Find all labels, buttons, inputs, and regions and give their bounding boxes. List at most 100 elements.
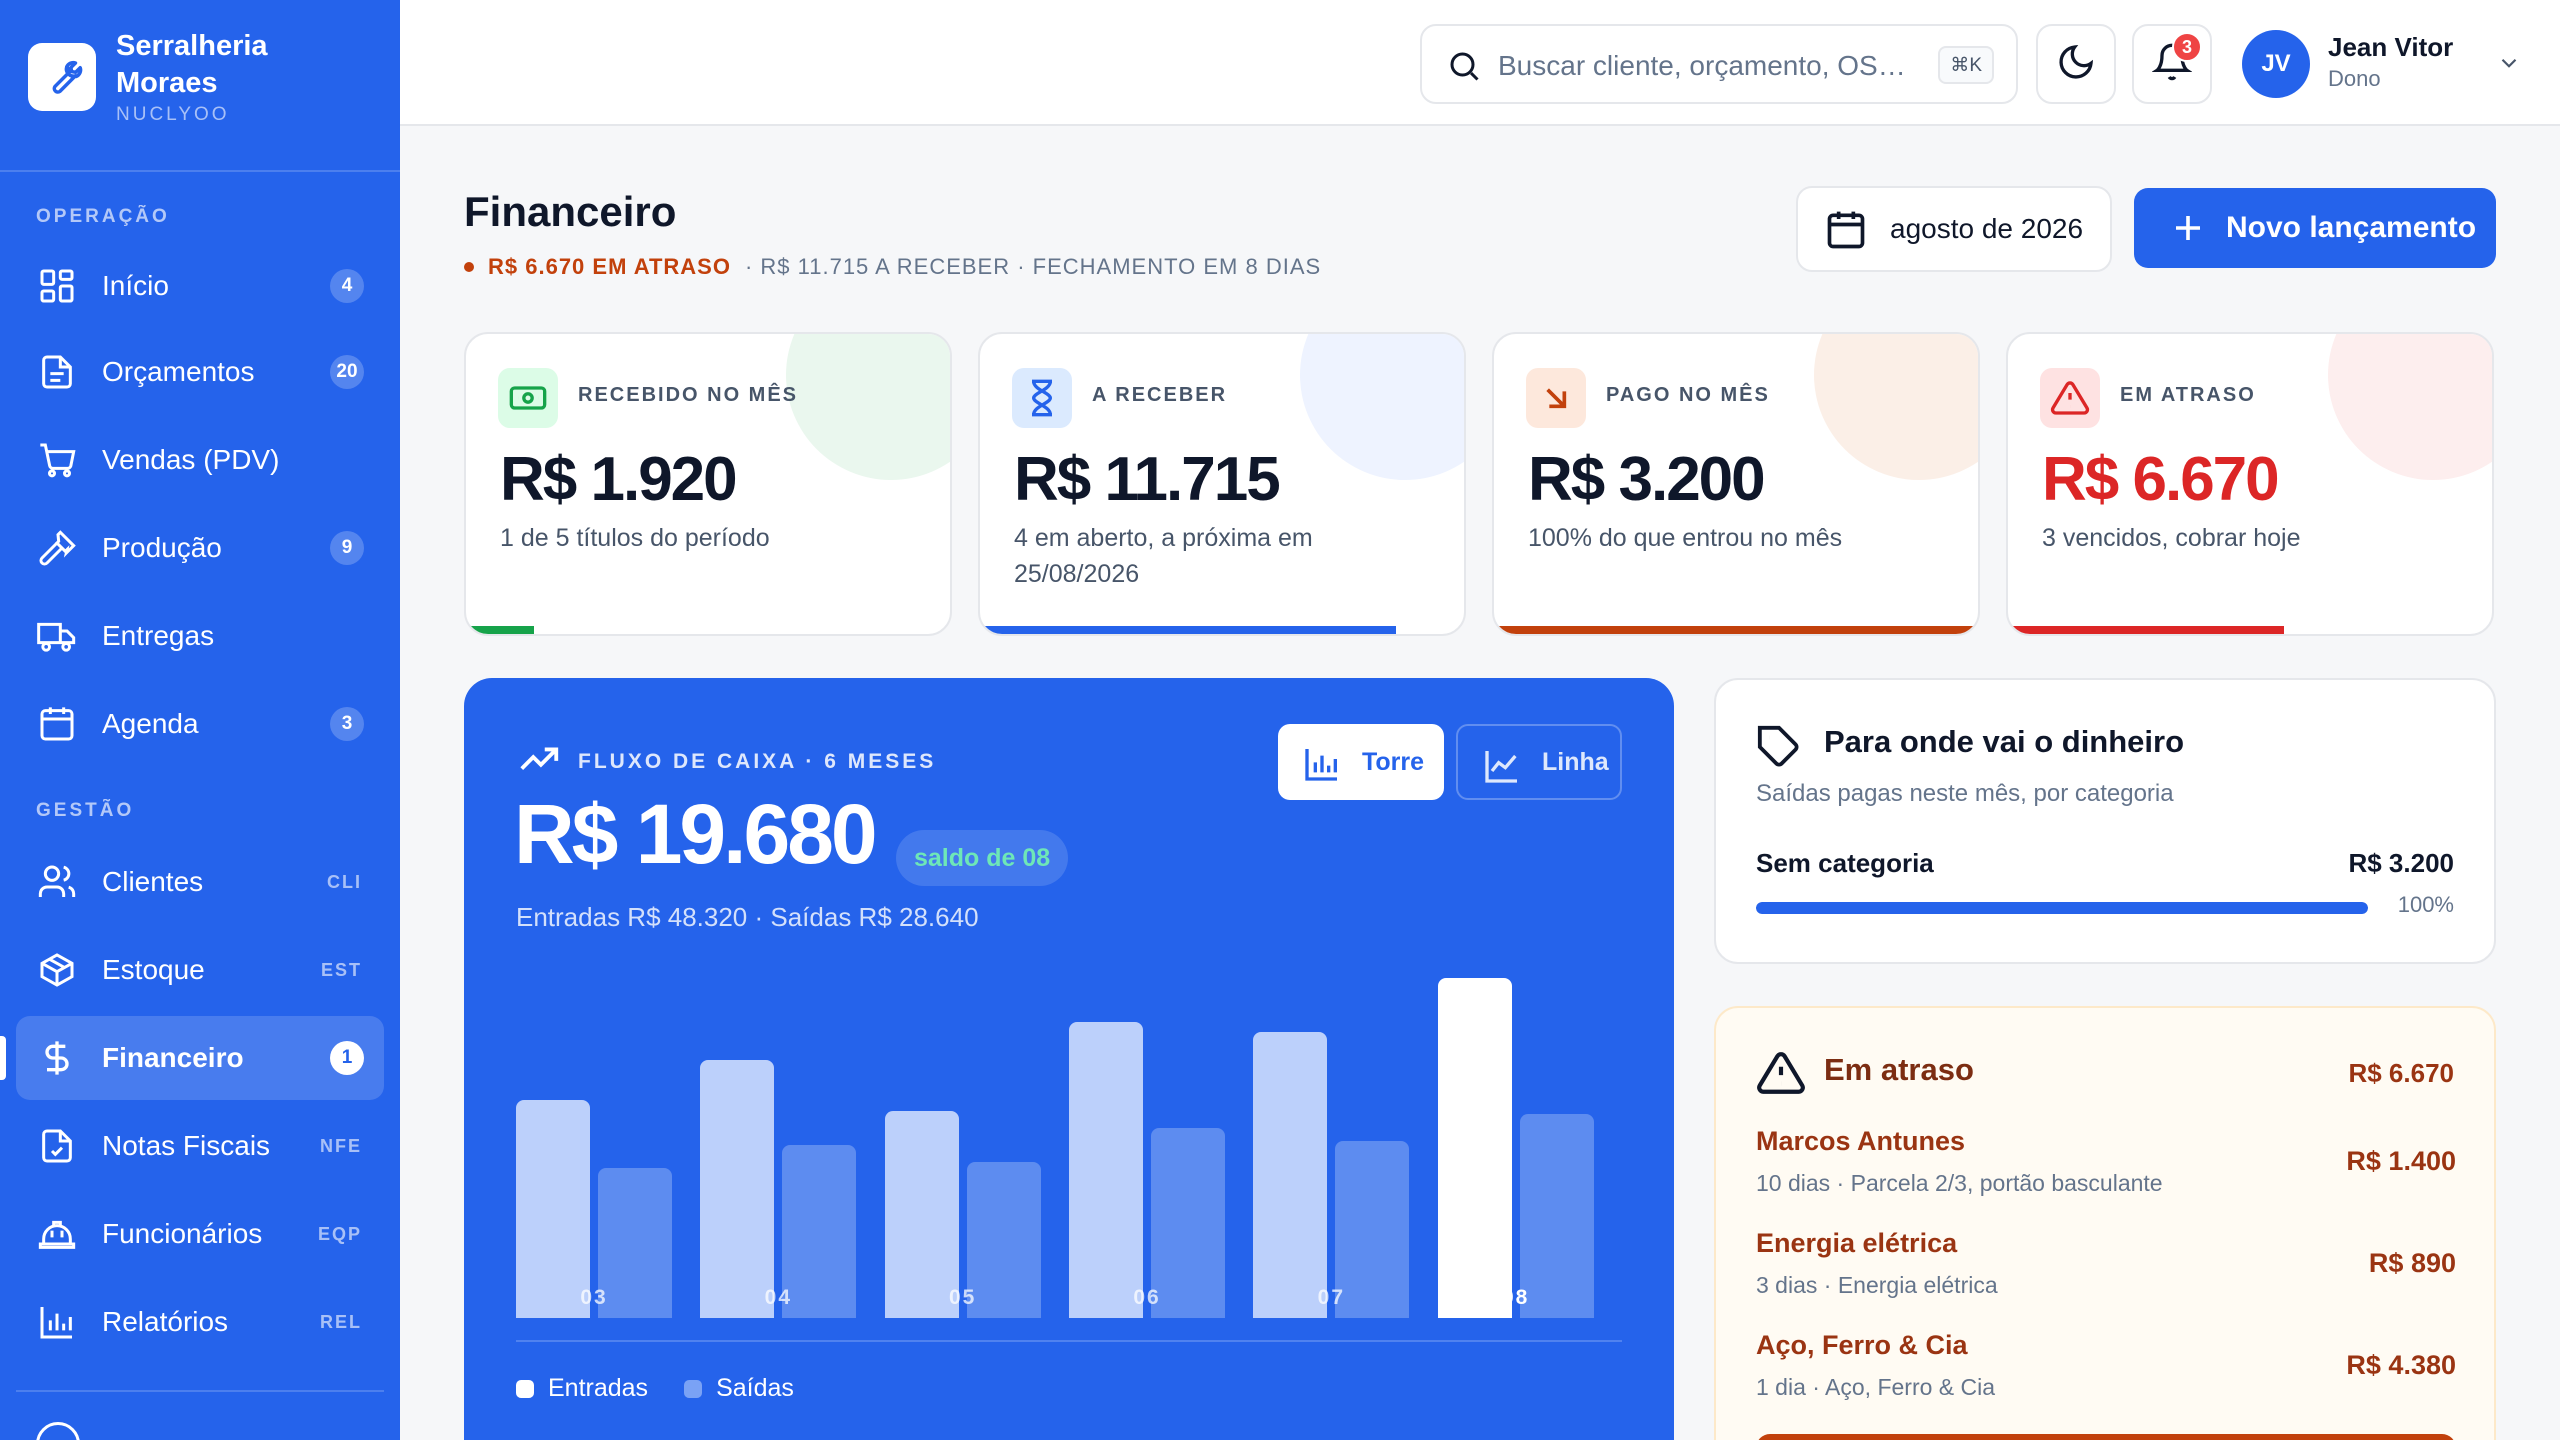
- kpi-card-receivable[interactable]: A RECEBER R$ 11.715 4 em aberto, a próxi…: [978, 332, 1466, 636]
- spending-subtitle: Saídas pagas neste mês, por categoria: [1756, 780, 2174, 807]
- theme-toggle-button[interactable]: [2036, 24, 2116, 104]
- sidebar-item-estoque[interactable]: Estoque EST: [16, 928, 384, 1012]
- decorative-circle: [786, 334, 950, 480]
- cashflow-panel: FLUXO DE CAIXA · 6 MESES R$ 19.680 saldo…: [464, 678, 1674, 1440]
- settings-icon[interactable]: [36, 1422, 80, 1440]
- sidebar-item-label: Entregas: [102, 620, 215, 651]
- sidebar-item-clientes[interactable]: Clientes CLI: [16, 840, 384, 924]
- bar-entradas-04[interactable]: [700, 1059, 775, 1318]
- section-label-gestao: GESTÃO: [36, 800, 135, 821]
- bar-entradas-07[interactable]: [1253, 1032, 1328, 1318]
- overdue-item-name: Aço, Ferro & Cia: [1756, 1330, 1968, 1360]
- arrow-down-right-icon: [1526, 368, 1586, 428]
- sidebar-item-label: Vendas (PDV): [102, 444, 280, 475]
- sidebar-item-entregas[interactable]: Entregas: [16, 594, 384, 678]
- status-dot: [464, 262, 474, 272]
- kpi-card-received[interactable]: RECEBIDO NO MÊS R$ 1.920 1 de 5 títulos …: [464, 332, 952, 636]
- sidebar-divider: [0, 170, 400, 172]
- x-tick-label: 07: [1317, 1286, 1345, 1309]
- chart-legend: Entradas Saídas: [516, 1374, 794, 1403]
- chart-toggle-tower[interactable]: Torre: [1278, 724, 1444, 800]
- chart-divider: [516, 1340, 1622, 1342]
- sidebar-divider: [16, 1390, 384, 1392]
- sidebar-item-label: Financeiro: [102, 1042, 244, 1073]
- hard-hat-icon: [36, 1213, 78, 1255]
- overdue-item[interactable]: Aço, Ferro & Cia 1 dia · Aço, Ferro & Ci…: [1756, 1330, 2456, 1426]
- kpi-description: 4 em aberto, a próxima em 25/08/2026: [1014, 524, 1313, 588]
- month-picker-button[interactable]: agosto de 2026: [1796, 186, 2112, 272]
- sidebar-item-funcionarios[interactable]: Funcionários EQP: [16, 1192, 384, 1276]
- overdue-total: R$ 6.670: [2348, 1058, 2454, 1088]
- tag-icon: [1756, 724, 1802, 775]
- count-badge: 20: [330, 355, 364, 389]
- page-subtitle: R$ 6.670 EM ATRASO · R$ 11.715 A RECEBER…: [464, 254, 1321, 280]
- sidebar-item-label: Clientes: [102, 866, 204, 897]
- user-menu[interactable]: JV Jean Vitor Dono: [2238, 28, 2528, 100]
- x-tick-label: 03: [580, 1286, 608, 1309]
- overdue-item-amount: R$ 890: [2368, 1248, 2456, 1278]
- toggle-label: Linha: [1542, 747, 1609, 776]
- cashflow-label: FLUXO DE CAIXA · 6 MESES: [578, 749, 937, 773]
- alert-triangle-icon: [1756, 1048, 1806, 1103]
- kpi-label: RECEBIDO NO MÊS: [578, 384, 799, 406]
- topbar: ⌘K 3 JV Jean Vitor Dono: [400, 0, 2560, 126]
- overdue-item-detail: 3 dias · Energia elétrica: [1756, 1272, 1998, 1298]
- alert-triangle-icon: [2040, 368, 2100, 428]
- plus-icon: [2170, 210, 2206, 251]
- legend-swatch-in: [516, 1379, 534, 1398]
- count-badge: 4: [330, 269, 364, 303]
- sidebar-item-agenda[interactable]: Agenda 3: [16, 682, 384, 766]
- kpi-card-paid[interactable]: PAGO NO MÊS R$ 3.200 100% do que entrou …: [1492, 332, 1980, 636]
- brand[interactable]: Serralheria Moraes NUCLYOO: [28, 28, 296, 126]
- sidebar-item-orcamentos[interactable]: Orçamentos 20: [16, 330, 384, 414]
- notifications-button[interactable]: 3: [2132, 24, 2212, 104]
- legend-swatch-out: [684, 1379, 703, 1398]
- sidebar-item-label: Orçamentos: [102, 356, 255, 387]
- search-box[interactable]: ⌘K: [1420, 24, 2018, 104]
- bar-entradas-06[interactable]: [1069, 1022, 1143, 1318]
- x-tick-label: 04: [764, 1286, 792, 1309]
- kpi-card-overdue[interactable]: EM ATRASO R$ 6.670 3 vencidos, cobrar ho…: [2006, 332, 2494, 636]
- category-amount: R$ 3.200: [2348, 848, 2454, 878]
- sidebar-item-vendas[interactable]: Vendas (PDV): [16, 418, 384, 502]
- sidebar-item-financeiro[interactable]: Financeiro 1: [0, 1016, 384, 1100]
- new-entry-button[interactable]: Novo lançamento: [2134, 188, 2496, 268]
- decorative-circle: [1300, 334, 1464, 480]
- count-badge: 3: [330, 707, 364, 741]
- sidebar-item-notas-fiscais[interactable]: Notas Fiscais NFE: [16, 1104, 384, 1188]
- section-label-operacao: OPERAÇÃO: [36, 206, 170, 227]
- category-progress-track: [1756, 902, 2368, 914]
- receivable-summary: · R$ 11.715 A RECEBER · FECHAMENTO EM 8 …: [744, 254, 1322, 279]
- trending-up-icon: [516, 736, 562, 787]
- hammer-icon: [36, 527, 78, 569]
- shortcut-code: REL: [320, 1311, 362, 1332]
- kpi-description: 100% do que entrou no mês: [1528, 524, 1843, 552]
- brand-name: Serralheria Moraes: [116, 30, 268, 99]
- sidebar-item-producao[interactable]: Produção 9: [16, 506, 384, 590]
- chart-toggle-line[interactable]: Linha: [1456, 724, 1622, 800]
- overdue-item-detail: 10 dias · Parcela 2/3, portão basculante: [1756, 1170, 2163, 1196]
- kpi-value: R$ 11.715: [1014, 445, 1281, 514]
- category-name: Sem categoria: [1756, 848, 1934, 878]
- spending-title: Para onde vai o dinheiro: [1824, 724, 2185, 759]
- cashflow-header: FLUXO DE CAIXA · 6 MESES: [516, 736, 936, 787]
- overdue-action-button[interactable]: [1756, 1434, 2456, 1440]
- line-chart-icon: [1482, 746, 1522, 793]
- count-badge: 1: [330, 1041, 364, 1075]
- file-check-icon: [36, 1125, 78, 1167]
- legend-label-in: Entradas: [548, 1374, 649, 1402]
- kpi-value: R$ 6.670: [2042, 445, 2280, 514]
- search-input[interactable]: [1498, 44, 1918, 88]
- shortcut-code: NFE: [320, 1135, 362, 1156]
- sidebar-item-relatorios[interactable]: Relatórios REL: [16, 1280, 384, 1364]
- wrench-logo-icon: [28, 43, 96, 111]
- dollar-icon: [36, 1037, 78, 1079]
- count-badge: 9: [330, 531, 364, 565]
- bar-entradas-08[interactable]: [1437, 978, 1512, 1318]
- overdue-item[interactable]: Marcos Antunes 10 dias · Parcela 2/3, po…: [1756, 1126, 2456, 1222]
- calendar-icon: [1824, 208, 1868, 257]
- toggle-label: Torre: [1362, 747, 1425, 776]
- sidebar-item-inicio[interactable]: Início 4: [16, 244, 384, 328]
- overdue-title: Em atraso: [1824, 1052, 1974, 1087]
- overdue-item[interactable]: Energia elétrica 3 dias · Energia elétri…: [1756, 1228, 2456, 1324]
